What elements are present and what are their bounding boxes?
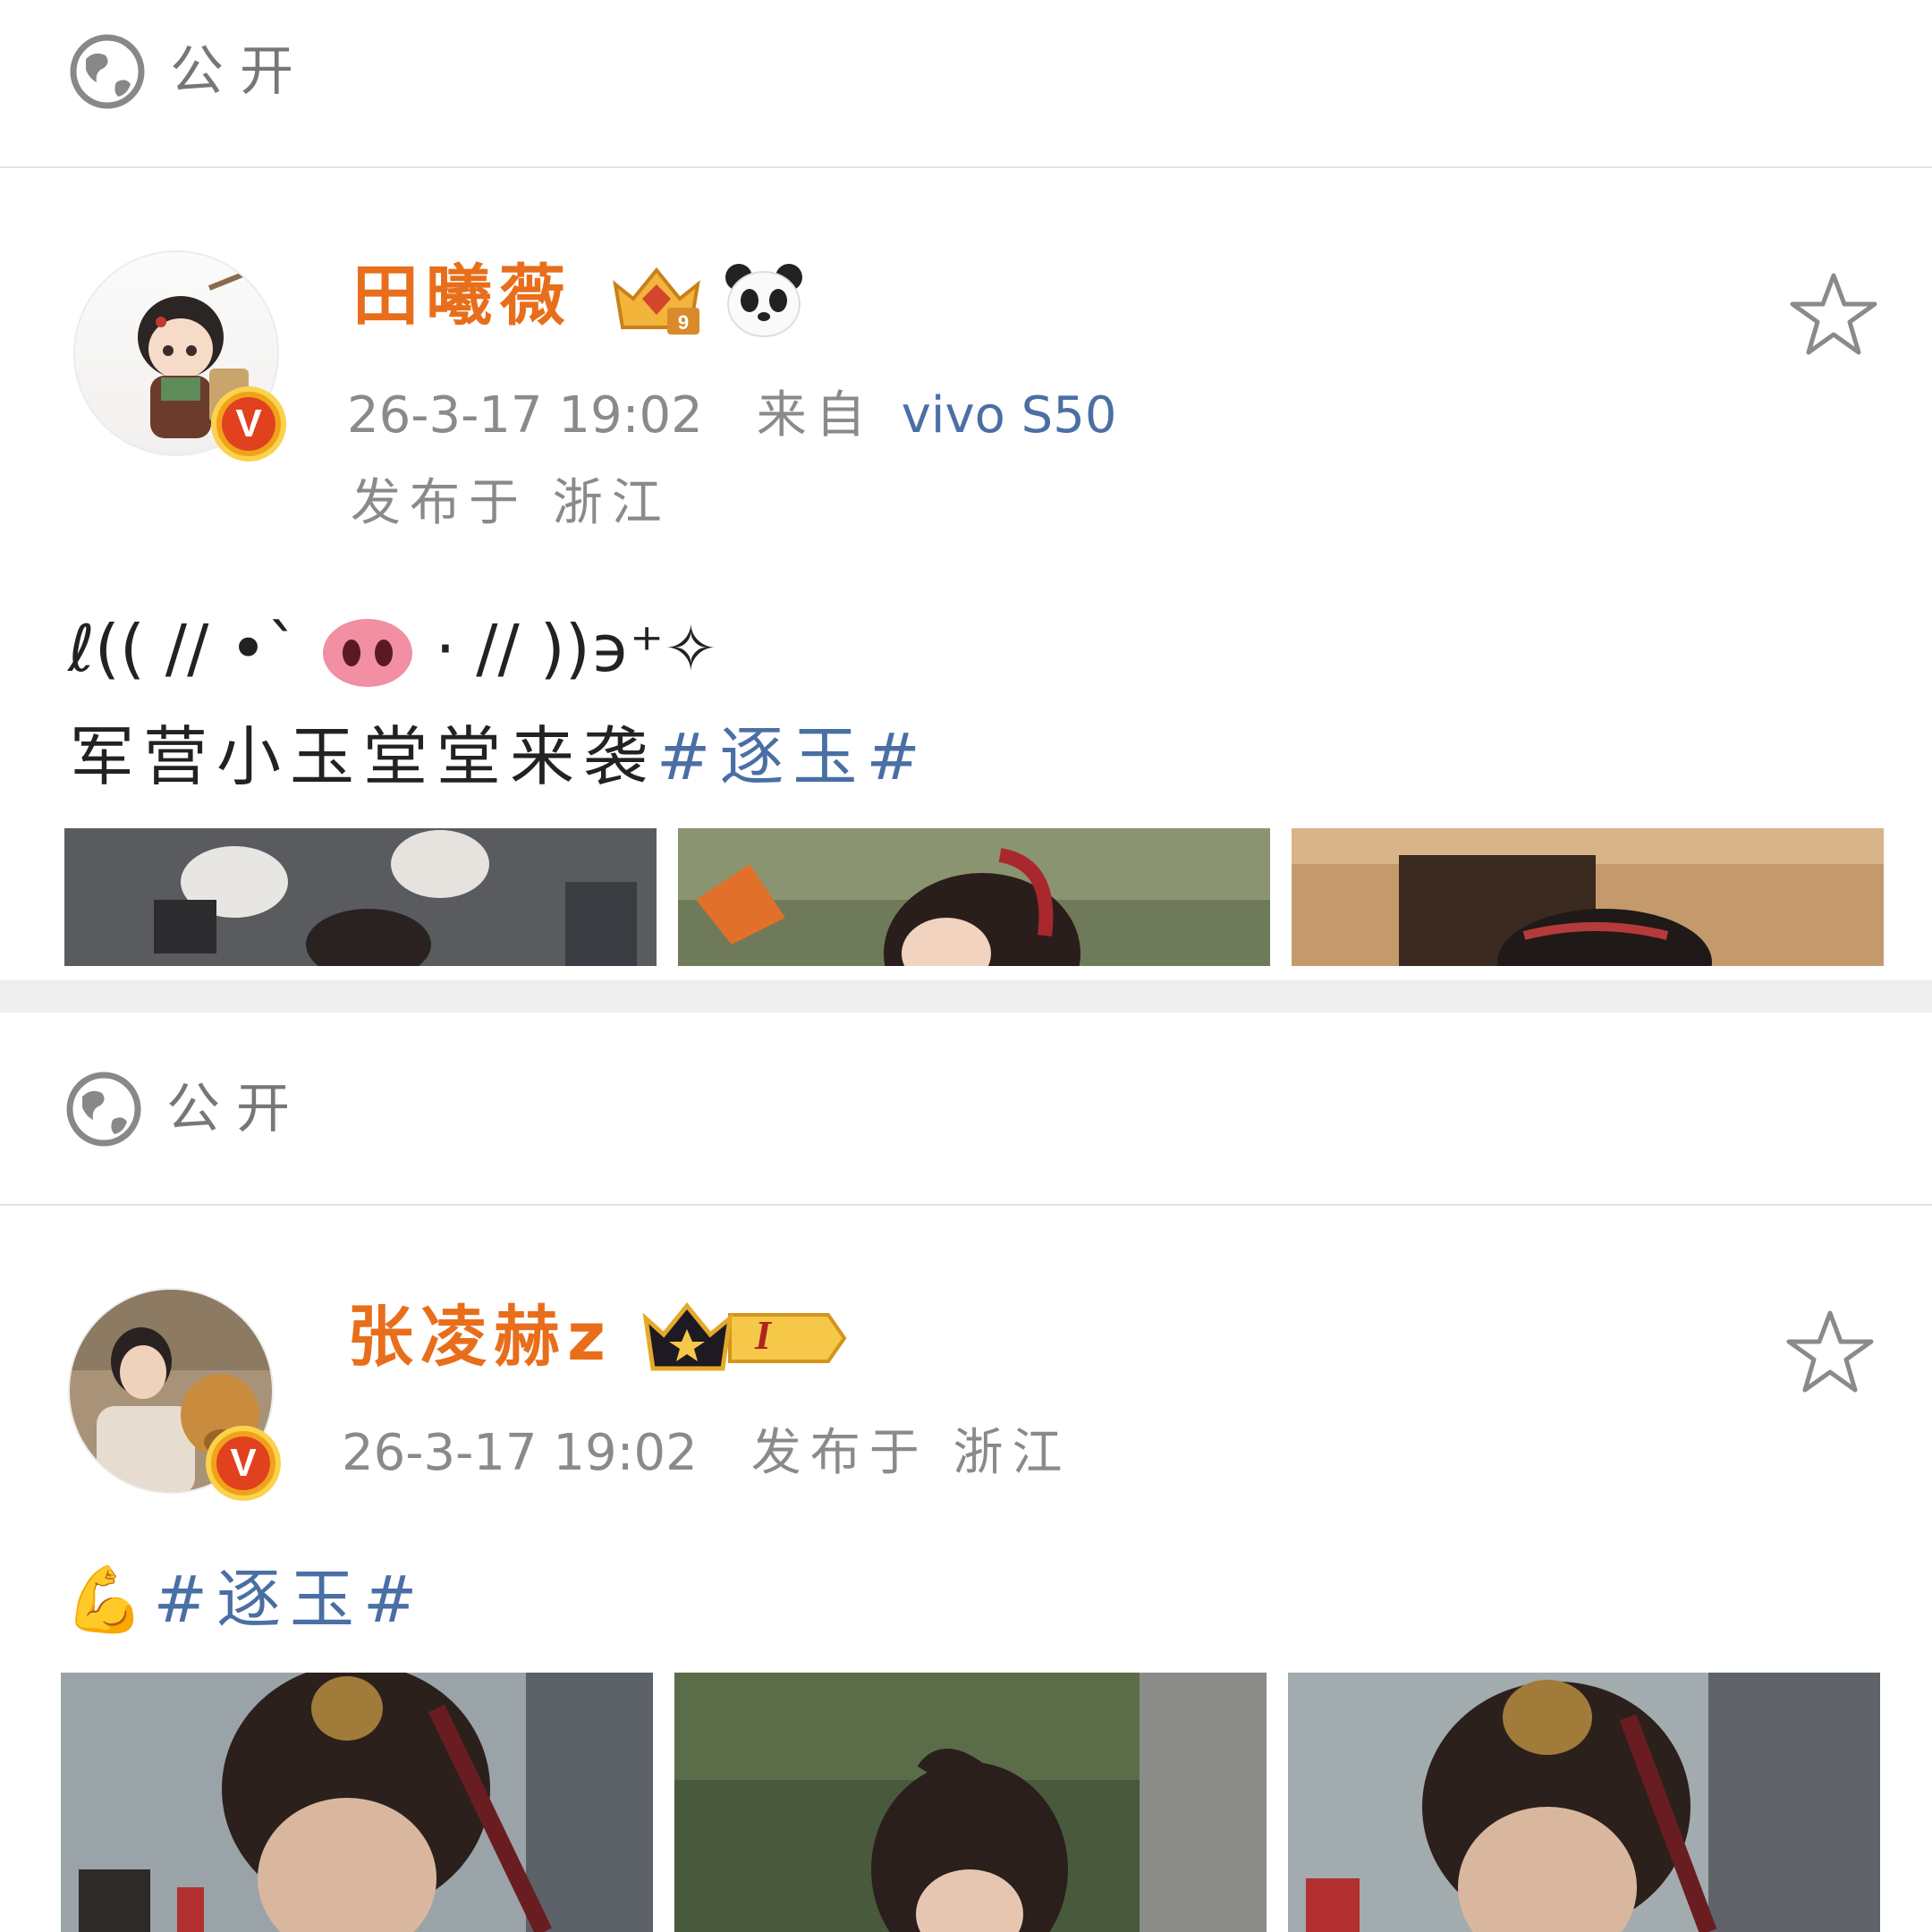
location: 发布于 浙江 [351,474,671,532]
level-text: I [755,1312,771,1358]
crown-badge-icon: 9 [613,267,700,335]
crown-badge-icon [642,1302,847,1371]
post-image-1[interactable] [61,1673,653,1932]
verified-v-icon: V [206,1426,281,1501]
username[interactable]: 张凌赫z [347,1297,613,1377]
post-separator [0,980,1932,1013]
topic-link[interactable]: #逐玉# [657,719,929,794]
pig-nose-icon [322,619,412,688]
visibility-label: 公开 [166,1078,306,1140]
verified-v-icon: V [211,386,286,462]
source-label: 来自 [756,386,875,445]
topic-link[interactable]: #逐玉# [154,1562,427,1637]
visibility-row[interactable]: 公开 [0,0,1932,166]
username[interactable]: 田曦薇 [352,256,572,336]
visibility-label: 公开 [170,40,309,103]
post-image-2[interactable] [678,828,1270,966]
post-image-3[interactable] [1292,828,1884,966]
post-meta: 26-3-17 19:02 发布于 浙江 [342,1422,1072,1485]
post-image-1[interactable] [64,828,657,966]
vip-level-badge: I [640,1299,848,1377]
globe-icon [66,1072,141,1147]
star-icon[interactable] [1785,1308,1875,1397]
location: 发布于 浙江 [750,1424,1072,1482]
star-icon[interactable] [1789,270,1878,360]
post-meta: 26-3-17 19:02 来自 vivo S50 [347,385,1116,447]
divider [0,166,1932,168]
visibility-row[interactable]: 公开 [0,1013,1932,1179]
timestamp: 26-3-17 19:02 [342,1424,698,1482]
timestamp: 26-3-17 19:02 [347,386,703,445]
post-image-2[interactable] [674,1673,1267,1932]
kaomoji-text: ℓ(( // •` · // ))϶⁺✧ [68,599,717,698]
weibo-feed: 公开 V 田曦薇 9 26-3-17 19:02 来自 vivo S50 发布于… [0,0,1932,1932]
flexed-biceps-emoji: 💪 [64,1562,154,1637]
divider [0,1204,1932,1206]
panda-icon [725,264,802,337]
post-text: 💪#逐玉# [64,1556,426,1642]
globe-icon [70,34,145,109]
device-name[interactable]: vivo S50 [902,386,1117,445]
svg-text:9: 9 [678,311,689,334]
post-image-3[interactable] [1288,1673,1880,1932]
post-text: 军营小玉堂堂来袭#逐玉# [70,719,929,794]
